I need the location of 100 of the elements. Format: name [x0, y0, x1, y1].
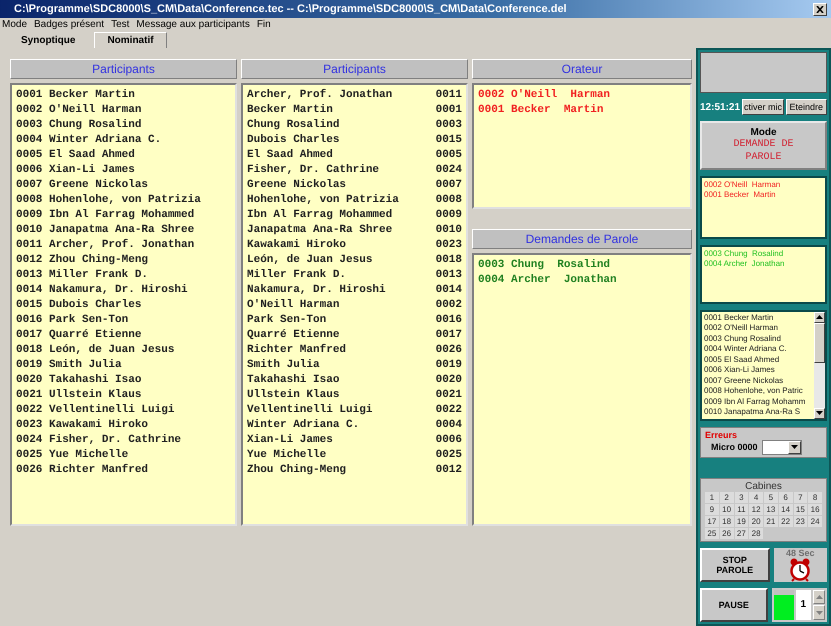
- participant-entry[interactable]: 0006 Xian-Li James: [704, 365, 812, 376]
- participant-name[interactable]: Chung Rosalind: [247, 118, 340, 133]
- participant-entry[interactable]: 0005 El Saad Ahmed: [704, 354, 812, 366]
- participant-name[interactable]: O'Neill Harman: [247, 298, 340, 313]
- micro-dropdown[interactable]: [762, 440, 802, 455]
- cabin-number[interactable]: 2: [720, 492, 734, 503]
- cabin-number[interactable]: 9: [705, 504, 719, 515]
- participant-name[interactable]: Smith Julia: [247, 358, 320, 373]
- participant-name[interactable]: Dubois Charles: [247, 133, 340, 148]
- request-list[interactable]: 0003 Chung Rosalind 0004 Archer Jonathan: [472, 253, 692, 526]
- participant-name[interactable]: Vellentinelli Luigi: [247, 403, 372, 418]
- cabin-number[interactable]: 3: [734, 492, 748, 503]
- cabin-number[interactable]: 18: [720, 516, 734, 527]
- cabin-number[interactable]: 6: [778, 492, 792, 503]
- cabin-number[interactable]: 20: [749, 516, 763, 527]
- participant-list[interactable]: [700, 310, 827, 421]
- speaker-entry[interactable]: 0001 Becker Martin: [478, 103, 604, 118]
- spin-down-button[interactable]: [813, 605, 825, 620]
- participant-list[interactable]: [241, 83, 468, 526]
- participant-name[interactable]: Janapatma Ana-Ra Shree: [247, 223, 392, 238]
- participant-name[interactable]: Ibn Al Farrag Mohammed: [247, 208, 392, 223]
- participant-entry[interactable]: 0017 Quarré Etienne: [16, 328, 142, 343]
- menu-item[interactable]: Message aux participants: [136, 19, 250, 30]
- participant-name[interactable]: Nakamura, Dr. Hiroshi: [247, 283, 386, 298]
- participant-entry[interactable]: 0009 Ibn Al Farrag Mohammed: [16, 208, 194, 223]
- cabin-number[interactable]: 19: [734, 516, 748, 527]
- participant-entry[interactable]: 0022 Vellentinelli Luigi: [16, 403, 174, 418]
- participant-entry[interactable]: 0006 Xian-Li James: [16, 163, 135, 178]
- cabin-number[interactable]: 21: [764, 516, 778, 527]
- cabin-number[interactable]: 26: [720, 528, 734, 539]
- participant-name[interactable]: Fisher, Dr. Cathrine: [247, 163, 380, 178]
- cabin-number[interactable]: 28: [749, 528, 763, 539]
- cabin-number[interactable]: 8: [808, 492, 822, 503]
- participant-entry[interactable]: 0012 Zhou Ching-Meng: [16, 253, 148, 268]
- participant-name[interactable]: Park Sen-Ton: [247, 313, 326, 328]
- participant-name[interactable]: Miller Frank D.: [247, 268, 346, 283]
- participant-entry[interactable]: 0001 Becker Martin: [16, 88, 135, 103]
- participant-entry[interactable]: 0003 Chung Rosalind: [16, 118, 142, 133]
- participant-entry[interactable]: 0004 Winter Adriana C.: [16, 133, 162, 148]
- participant-entry[interactable]: 0009 Ibn Al Farrag Mohamm: [704, 396, 812, 408]
- participant-entry[interactable]: 0008 Hohenlohe, von Patrizia: [16, 193, 201, 208]
- participant-name[interactable]: Hohenlohe, von Patrizia: [247, 193, 399, 208]
- pause-button[interactable]: PAUSE: [700, 588, 768, 622]
- cabin-number[interactable]: 11: [734, 504, 748, 515]
- cabin-number[interactable]: 15: [794, 504, 808, 515]
- participant-entry[interactable]: 0010 Janapatma Ana-Ra S: [704, 407, 812, 418]
- cabin-number[interactable]: 4: [749, 492, 763, 503]
- participant-entry[interactable]: 0002 O'Neill Harman: [704, 323, 812, 334]
- participant-entry[interactable]: 0011 Archer, Prof. Jonathan: [16, 238, 194, 253]
- participant-entry[interactable]: 0016 Park Sen-Ton: [16, 313, 128, 328]
- cabin-number[interactable]: 5: [764, 492, 778, 503]
- participant-name[interactable]: Kawakami Hiroko: [247, 238, 346, 253]
- speaker-list[interactable]: 0002 O'Neill Harman 0001 Becker Martin: [700, 176, 827, 239]
- participant-list[interactable]: [10, 83, 237, 526]
- participant-entry[interactable]: 0001 Becker Martin: [704, 312, 812, 324]
- speaker-entry[interactable]: 0002 O'Neill Harman: [704, 180, 823, 190]
- cabin-number[interactable]: 16: [808, 504, 822, 515]
- participant-entry[interactable]: 0008 Hohenlohe, von Patric: [704, 386, 812, 397]
- cabin-number[interactable]: 27: [734, 528, 748, 539]
- cabin-number[interactable]: 12: [749, 504, 763, 515]
- request-entry[interactable]: 0003 Chung Rosalind: [478, 258, 610, 273]
- cabin-number[interactable]: 24: [808, 516, 822, 527]
- participant-entry[interactable]: 0021 Ullstein Klaus: [16, 388, 142, 403]
- menu-item[interactable]: Badges présent: [34, 19, 104, 30]
- participant-entry[interactable]: 0010 Janapatma Ana-Ra Shree: [16, 223, 194, 238]
- participant-entry[interactable]: 0005 El Saad Ahmed: [16, 148, 135, 163]
- speaker-list[interactable]: 0002 O'Neill Harman 0001 Becker Martin: [472, 83, 692, 209]
- participant-entry[interactable]: 0007 Greene Nickolas: [16, 178, 148, 193]
- participant-entry[interactable]: 0019 Smith Julia: [16, 358, 122, 373]
- participant-name[interactable]: Becker Martin: [247, 103, 333, 118]
- stop-button[interactable]: STOP PAROLE: [700, 548, 770, 582]
- participant-entry[interactable]: 0023 Kawakami Hiroko: [16, 418, 148, 433]
- cabin-number[interactable]: 10: [720, 504, 734, 515]
- cabin-number[interactable]: 1: [705, 492, 719, 503]
- panel-button[interactable]: ctiver mic: [742, 99, 784, 116]
- participant-entry[interactable]: 0014 Nakamura, Dr. Hiroshi: [16, 283, 188, 298]
- speaker-entry[interactable]: 0002 O'Neill Harman: [478, 88, 610, 103]
- menu-item[interactable]: Test: [111, 19, 130, 30]
- participant-entry[interactable]: 0026 Richter Manfred: [16, 463, 148, 478]
- participant-entry[interactable]: 0025 Yue Michelle: [16, 448, 128, 463]
- participant-name[interactable]: Winter Adriana C.: [247, 418, 360, 433]
- participant-name[interactable]: Ullstein Klaus: [247, 388, 340, 403]
- menu-item[interactable]: Mode: [2, 19, 28, 30]
- panel-button[interactable]: Eteindre: [786, 99, 827, 116]
- cabin-number[interactable]: 17: [705, 516, 719, 527]
- participant-entry[interactable]: 0020 Takahashi Isao: [16, 373, 142, 388]
- participant-entry[interactable]: 0004 Winter Adriana C.: [704, 344, 812, 355]
- cabin-number[interactable]: 7: [794, 492, 808, 503]
- participant-name[interactable]: Archer, Prof. Jonathan: [247, 88, 392, 103]
- participant-name[interactable]: Quarré Etienne: [247, 328, 340, 343]
- close-button[interactable]: [813, 2, 827, 16]
- participant-entry[interactable]: 0003 Chung Rosalind: [704, 334, 812, 344]
- menu-item[interactable]: Fin: [256, 19, 271, 30]
- spin-up-button[interactable]: [813, 590, 825, 604]
- participant-name[interactable]: León, de Juan Jesus: [247, 253, 372, 268]
- participant-entry[interactable]: 0015 Dubois Charles: [16, 298, 142, 313]
- participant-name[interactable]: Greene Nickolas: [247, 178, 346, 193]
- speaker-entry[interactable]: 0001 Becker Martin: [704, 190, 823, 200]
- participant-name[interactable]: El Saad Ahmed: [247, 148, 333, 163]
- cabin-number[interactable]: 13: [764, 504, 778, 515]
